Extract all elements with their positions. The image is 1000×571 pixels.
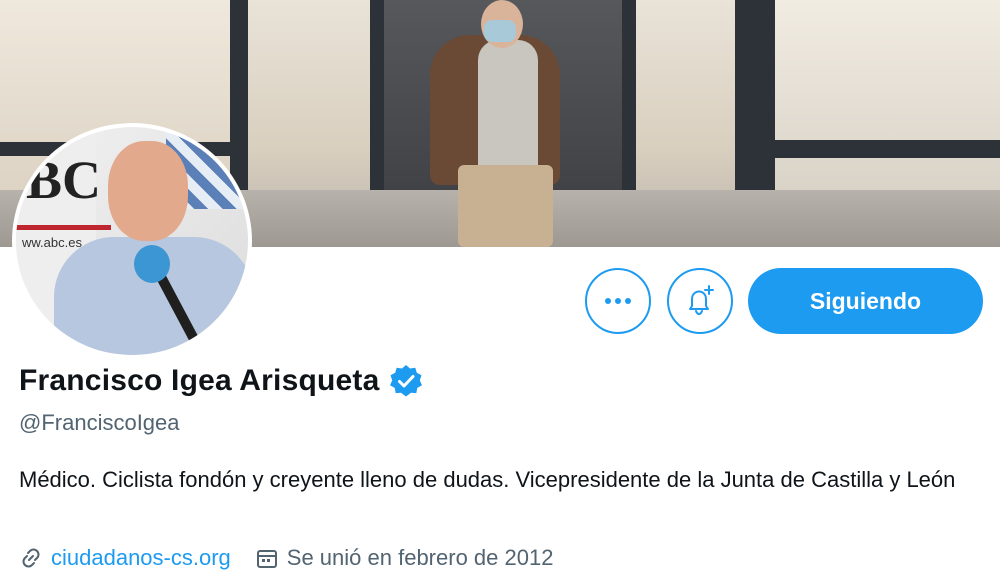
website-item[interactable]: ciudadanos-cs.org — [19, 545, 231, 571]
banner-person-mask — [484, 20, 516, 42]
calendar-icon — [256, 550, 277, 568]
more-horizontal-icon — [605, 298, 631, 304]
avatar-site-text: ww.abc.es — [22, 235, 82, 250]
profile-name-row: Francisco Igea Arisqueta — [19, 364, 423, 398]
avatar-face — [108, 141, 188, 241]
microphone-icon — [134, 245, 170, 283]
notifications-button[interactable] — [667, 268, 733, 334]
more-options-button[interactable] — [585, 268, 651, 334]
verified-badge-icon — [390, 365, 423, 397]
following-button[interactable]: Siguiendo — [748, 268, 983, 334]
link-icon — [22, 548, 40, 568]
profile-handle: @FranciscoIgea — [19, 410, 180, 435]
avatar-red-line — [16, 225, 111, 230]
profile-name: Francisco Igea Arisqueta — [19, 364, 380, 397]
avatar-logo-text: BC — [26, 150, 102, 210]
banner-person-legs — [458, 165, 553, 247]
bell-plus-icon — [689, 285, 714, 316]
profile-avatar[interactable]: BC ww.abc.es — [12, 123, 252, 359]
profile-meta: ciudadanos-cs.org Se unió en febrero de … — [19, 545, 577, 571]
website-link[interactable]: ciudadanos-cs.org — [51, 545, 231, 571]
joined-date: Se unió en febrero de 2012 — [286, 545, 554, 570]
banner-frame — [775, 140, 1000, 158]
profile-bio: Médico. Ciclista fondón y creyente lleno… — [19, 467, 956, 492]
joined-item: Se unió en febrero de 2012 — [255, 545, 554, 571]
avatar-photo: BC ww.abc.es — [16, 127, 248, 355]
banner-person-sweater — [478, 40, 538, 170]
